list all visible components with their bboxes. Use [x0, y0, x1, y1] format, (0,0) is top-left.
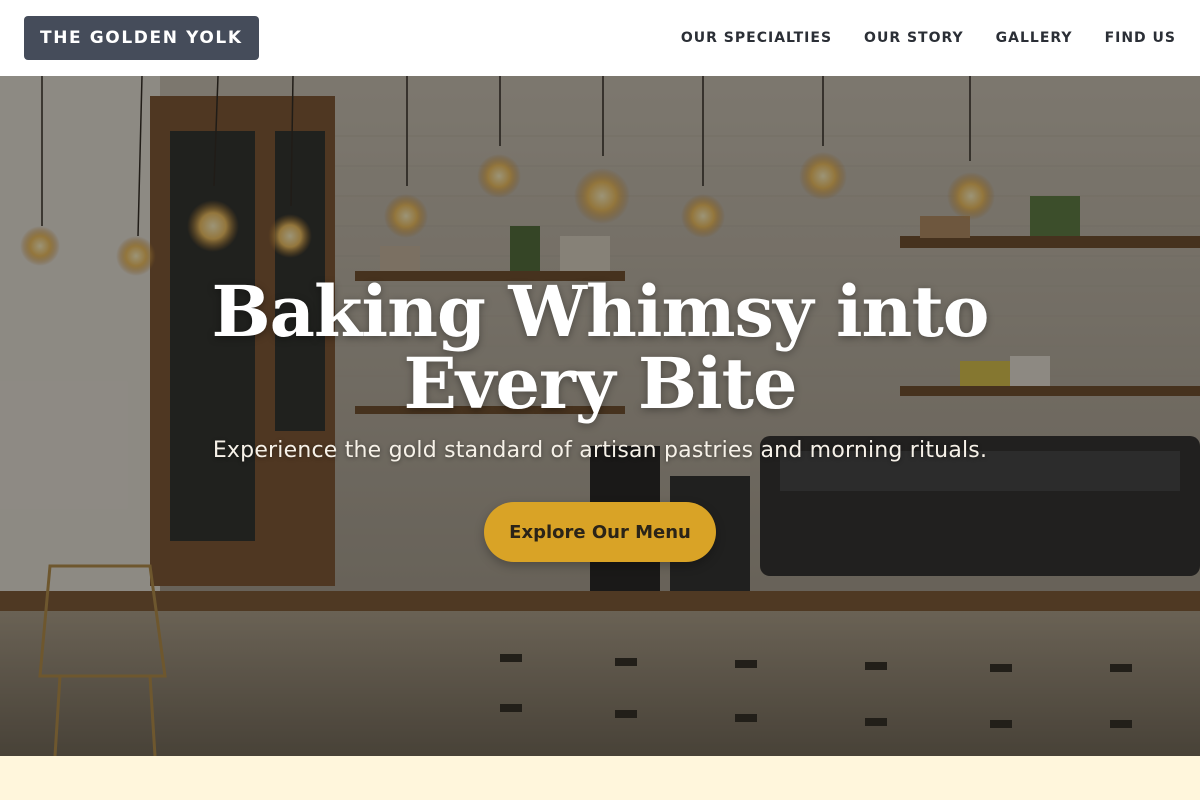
- main-nav: OUR SPECIALTIES OUR STORY GALLERY FIND U…: [681, 30, 1176, 46]
- hero-section: Baking Whimsy into Every Bite Experience…: [0, 76, 1200, 756]
- nav-link-find-us[interactable]: FIND US: [1105, 30, 1176, 46]
- brand-logo[interactable]: THE GOLDEN YOLK: [24, 16, 259, 60]
- site-header: THE GOLDEN YOLK OUR SPECIALTIES OUR STOR…: [0, 0, 1200, 76]
- nav-link-our-specialties[interactable]: OUR SPECIALTIES: [681, 30, 832, 46]
- hero-subtitle: Experience the gold standard of artisan …: [212, 438, 988, 463]
- nav-link-gallery[interactable]: GALLERY: [996, 30, 1073, 46]
- hero-title: Baking Whimsy into Every Bite: [211, 270, 990, 425]
- explore-menu-button[interactable]: Explore Our Menu: [484, 502, 716, 562]
- next-section-preview: [0, 756, 1200, 800]
- hero-content: Baking Whimsy into Every Bite Experience…: [0, 76, 1200, 756]
- nav-link-our-story[interactable]: OUR STORY: [864, 30, 964, 46]
